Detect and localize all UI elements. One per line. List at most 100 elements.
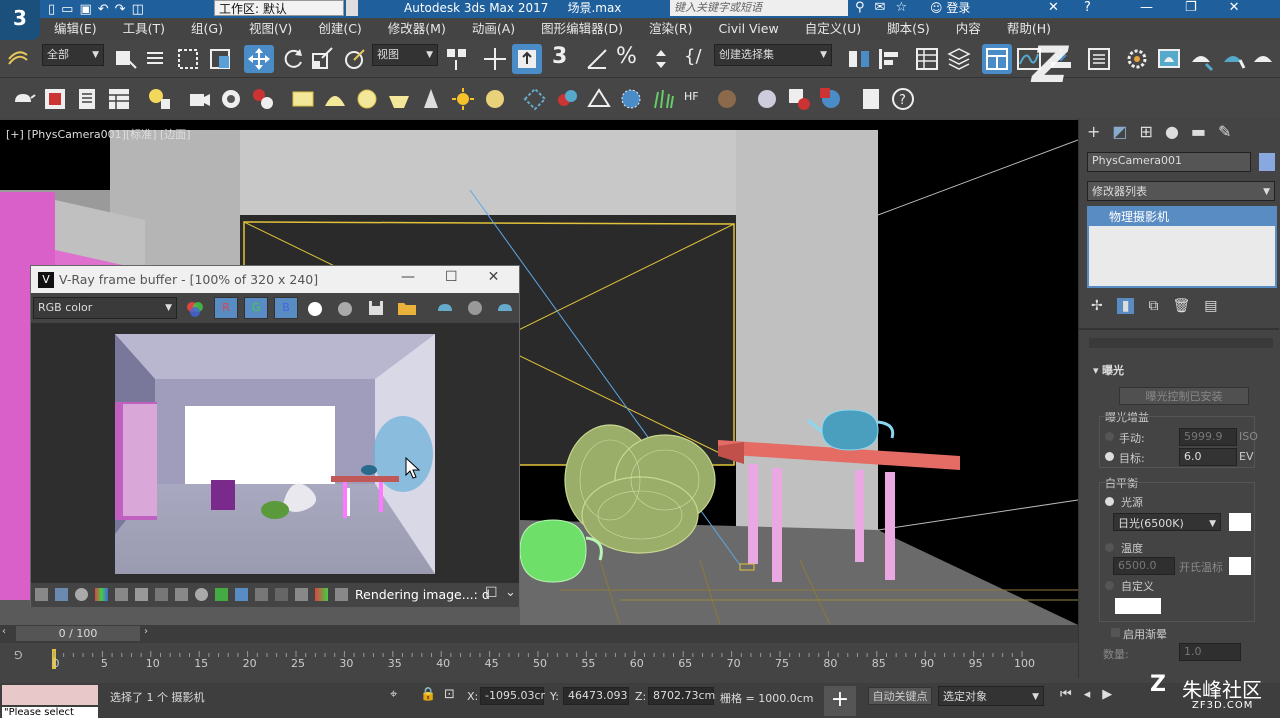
render-iterative-icon[interactable] <box>1220 46 1246 72</box>
favorites-icon[interactable]: ☆ <box>895 0 907 16</box>
load-image-icon[interactable] <box>397 299 417 317</box>
communication-icon[interactable]: ✉ <box>875 0 886 16</box>
add-time-tag-icon[interactable]: + <box>824 686 856 716</box>
snaps-toggle-icon[interactable]: 3 <box>552 44 567 69</box>
manual-iso-field[interactable]: 5999.9 <box>1179 428 1237 446</box>
vray-table-icon[interactable] <box>106 86 132 112</box>
save-image-icon[interactable] <box>367 299 385 317</box>
vfb-image-area[interactable] <box>31 323 519 583</box>
isolate-selection-icon[interactable]: ⌖ <box>390 687 397 702</box>
menu-item[interactable]: 自定义(U) <box>791 18 873 40</box>
target-ev-field[interactable]: 6.0 <box>1179 448 1237 466</box>
y-coordinate-field[interactable]: 46473.093 <box>563 687 629 705</box>
exchange-icon[interactable]: ✕ <box>1048 0 1059 16</box>
temperature-color-swatch[interactable] <box>1229 557 1251 575</box>
material-editor-icon[interactable] <box>1086 46 1112 72</box>
vray-render-icon[interactable] <box>42 86 68 112</box>
collapsed-rollout[interactable] <box>1089 338 1273 348</box>
temperature-radio[interactable] <box>1105 543 1114 552</box>
vfb-color-correction-icon[interactable] <box>95 588 108 601</box>
vfb-histogram-icon[interactable] <box>155 588 168 601</box>
illuminant-color-swatch[interactable] <box>1229 513 1251 531</box>
mirror-icon[interactable] <box>846 46 872 72</box>
search-input[interactable]: 键入关键字或短语 <box>670 0 848 16</box>
menu-item[interactable]: 脚本(S) <box>873 18 942 40</box>
color-channels-icon[interactable] <box>185 299 205 319</box>
render-last-icon[interactable] <box>435 299 455 317</box>
object-color-swatch[interactable] <box>1259 153 1275 171</box>
selection-lock-icon[interactable]: 🔒 <box>420 687 436 702</box>
scale-tool-icon[interactable] <box>310 46 336 72</box>
hierarchy-tab-icon[interactable]: ⊞ <box>1140 122 1153 141</box>
vray-mtl-icon[interactable] <box>818 86 844 112</box>
z-coordinate-field[interactable]: 8702.73cm <box>648 687 715 705</box>
vfb-hsl-icon[interactable] <box>115 588 128 601</box>
rotate-tool-icon[interactable] <box>280 46 306 72</box>
menu-item[interactable]: Civil View <box>705 18 791 40</box>
select-manipulate-icon[interactable] <box>482 46 508 72</box>
vray-plane-light-icon[interactable] <box>290 86 316 112</box>
toggle-ribbon-icon[interactable] <box>982 44 1012 74</box>
create-tab-icon[interactable]: + <box>1087 122 1100 141</box>
rendered-frame-window-icon[interactable] <box>1156 46 1182 72</box>
viewport-label[interactable]: [+] [PhysCamera001][标准] [边面] <box>6 126 191 142</box>
time-slider[interactable]: 0 / 100 <box>16 626 140 641</box>
select-by-name-icon[interactable] <box>144 46 170 72</box>
menu-item[interactable]: 图形编辑器(D) <box>527 18 635 40</box>
maxscript-listener[interactable] <box>2 685 98 705</box>
new-file-icon[interactable]: ▯ <box>48 2 55 17</box>
vfb-pixel-icon[interactable] <box>275 588 288 601</box>
vray-sphere-icon[interactable] <box>754 86 780 112</box>
pin-stack-icon[interactable]: ✢ <box>1091 298 1103 314</box>
binoculars-icon[interactable]: ⚲ <box>855 0 865 16</box>
vray-sun-icon[interactable] <box>450 86 476 112</box>
redo-icon[interactable]: ↷ <box>115 2 126 17</box>
next-frame-icon[interactable]: › <box>144 626 156 641</box>
menu-item[interactable]: 视图(V) <box>235 18 304 40</box>
maximize-icon[interactable]: ☐ <box>445 269 458 285</box>
amount-field[interactable]: 1.0 <box>1179 643 1241 661</box>
utilities-tab-icon[interactable]: ✎ <box>1218 122 1231 141</box>
vfb-lut-icon[interactable] <box>235 588 248 601</box>
motion-tab-icon[interactable]: ● <box>1165 122 1179 141</box>
angle-snap-icon[interactable] <box>584 46 610 72</box>
undo-icon[interactable]: ↶ <box>98 2 109 17</box>
make-unique-icon[interactable]: ⧉ <box>1148 298 1158 314</box>
illuminant-radio[interactable] <box>1105 497 1114 506</box>
vfb-stereo-icon[interactable] <box>295 588 308 601</box>
vfb-background-icon[interactable] <box>215 588 228 601</box>
blue-channel-button[interactable]: B <box>274 297 298 319</box>
view-alpha-icon[interactable] <box>307 301 323 317</box>
move-tool-icon[interactable] <box>244 45 274 73</box>
help-icon[interactable]: ? <box>1084 0 1091 16</box>
manual-radio[interactable] <box>1105 432 1114 441</box>
x-coordinate-field[interactable]: -1095.03cr <box>480 687 545 705</box>
link-icon[interactable] <box>6 46 30 70</box>
custom-color-swatch[interactable] <box>1115 598 1161 614</box>
vfb-lens-icon[interactable] <box>335 588 348 601</box>
vray-plane-icon[interactable] <box>586 86 612 112</box>
render-region-icon[interactable] <box>495 299 515 317</box>
save-icon[interactable]: ▣ <box>79 2 91 17</box>
vray-sphere-light-icon[interactable] <box>354 86 380 112</box>
project-folder-icon[interactable]: ◫ <box>132 2 144 17</box>
green-channel-button[interactable]: G <box>244 297 268 319</box>
workspace-dropdown-icon[interactable] <box>346 0 358 16</box>
vfb-info-icon[interactable] <box>75 588 88 601</box>
vray-log-icon[interactable] <box>858 86 884 112</box>
play-icon[interactable]: ▶ <box>1102 687 1112 702</box>
vfb-levels-icon[interactable] <box>135 588 148 601</box>
vray-help-icon[interactable]: ? <box>890 86 916 112</box>
percent-snap-icon[interactable]: % <box>616 44 637 69</box>
vray-camera-icon[interactable] <box>186 86 212 112</box>
vray-ambient-light-icon[interactable] <box>482 86 508 112</box>
key-filter-select[interactable]: 选定对象 ▼ <box>938 686 1044 706</box>
menu-item[interactable]: 动画(A) <box>458 18 527 40</box>
minimize-icon[interactable]: — <box>1140 0 1153 16</box>
vray-ies-light-icon[interactable] <box>418 86 444 112</box>
workspace-select[interactable]: 工作区: 默认 <box>214 0 344 16</box>
modify-tab-icon[interactable]: ◩ <box>1112 122 1127 141</box>
named-selection-set-select[interactable]: 创建选择集 ▼ <box>714 44 832 66</box>
viewport-shading-label[interactable]: [标准] <box>126 128 157 141</box>
stop-render-icon[interactable] <box>465 299 485 317</box>
